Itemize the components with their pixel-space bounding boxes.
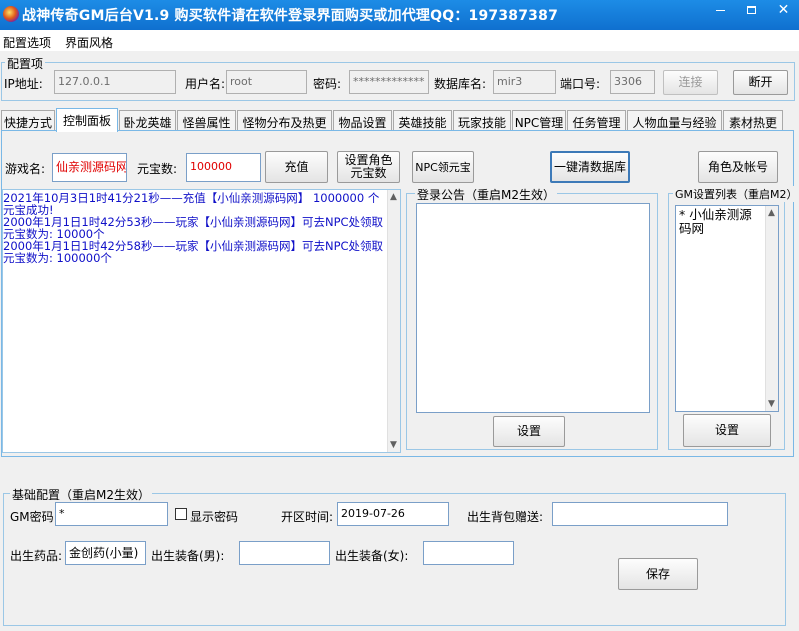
basic-config-title: 基础配置（重启M2生效） (10, 486, 152, 503)
tab-asset-hotupdate[interactable]: 素材热更 (723, 110, 783, 131)
close-icon: ✕ (777, 2, 790, 18)
database-label: 数据库名: (434, 77, 487, 91)
equip-male-field[interactable] (239, 541, 330, 565)
gm-list-group-title: GM设置列表（重启M2） (673, 186, 799, 202)
open-time-label: 开区时间: (281, 510, 334, 524)
username-label: 用户名: (185, 77, 226, 91)
medicine-field[interactable]: 金创药(小量) (65, 541, 146, 565)
open-time-field[interactable]: 2019-07-26 (337, 502, 449, 526)
save-button[interactable]: 保存 (618, 558, 698, 590)
tab-hero-skills[interactable]: 英雄技能 (393, 110, 452, 131)
connect-button[interactable]: 连接 (663, 70, 718, 95)
tab-player-skills[interactable]: 玩家技能 (453, 110, 511, 131)
config-group-title: 配置项 (5, 55, 46, 72)
scroll-down-icon[interactable]: ▼ (768, 399, 775, 409)
gm-list-set-button[interactable]: 设置 (683, 414, 771, 447)
tab-shortcuts[interactable]: 快捷方式 (1, 110, 55, 131)
log-area[interactable]: 2021年10月3日1时41分21秒——充值【小仙亲测源码网】 1000000 … (2, 189, 401, 453)
yuanbao-field[interactable]: 100000 (186, 153, 261, 182)
tab-task-management[interactable]: 任务管理 (567, 110, 626, 131)
tab-monster-attr[interactable]: 怪兽属性 (177, 110, 236, 131)
disconnect-button[interactable]: 断开 (733, 70, 788, 95)
tab-hp-exp[interactable]: 人物血量与经验 (627, 110, 722, 131)
log-line: 2000年1月1日1时42分53秒——玩家【小仙亲测源码网】可去NPC处领取元宝… (3, 215, 384, 241)
log-scrollbar[interactable]: ▲ ▼ (387, 190, 400, 452)
log-line: 2000年1月1日1时42分58秒——玩家【小仙亲测源码网】可去NPC处领取元宝… (3, 239, 384, 265)
maximize-button[interactable] (737, 0, 765, 22)
equip-female-label: 出生装备(女): (335, 549, 409, 563)
log-list: 2021年10月3日1时41分21秒——充值【小仙亲测源码网】 1000000 … (3, 192, 387, 264)
yuanbao-label: 元宝数: (137, 162, 178, 176)
equip-female-field[interactable] (423, 541, 514, 565)
menu-ui-style[interactable]: 界面风格 (65, 34, 113, 51)
port-field[interactable]: 3306 (610, 70, 655, 94)
tab-item-settings[interactable]: 物品设置 (333, 110, 392, 131)
game-name-label: 游戏名: (5, 162, 46, 176)
notice-set-button[interactable]: 设置 (493, 416, 565, 447)
app-icon (3, 6, 19, 22)
role-account-button[interactable]: 角色及帐号 (698, 151, 778, 183)
close-button[interactable]: ✕ (768, 0, 799, 22)
tab-wolong-hero[interactable]: 卧龙英雄 (119, 110, 176, 131)
username-field[interactable]: root (226, 70, 307, 94)
window-title: 战神传奇GM后台V1.9 购买软件请在软件登录界面购买或加代理QQ：197387… (22, 8, 559, 24)
bag-gift-label: 出生背包赠送: (467, 510, 544, 524)
npc-yuanbao-button[interactable]: NPC领元宝 (412, 151, 474, 183)
medicine-label: 出生药品: (10, 549, 63, 563)
menu-bar: 配置选项 界面风格 (0, 30, 799, 51)
gm-password-label: GM密码: (10, 510, 58, 524)
game-name-field[interactable]: 仙亲测源码网 (52, 153, 127, 182)
gm-password-field[interactable]: * (55, 502, 168, 526)
log-line: 2021年10月3日1时41分21秒——充值【小仙亲测源码网】 1000000 … (3, 191, 380, 217)
equip-male-label: 出生装备(男): (151, 549, 225, 563)
port-label: 端口号: (560, 77, 601, 91)
title-bar: 战神传奇GM后台V1.9 购买软件请在软件登录界面购买或加代理QQ：197387… (0, 0, 799, 30)
ip-label: IP地址: (4, 77, 43, 91)
scroll-up-icon[interactable]: ▲ (390, 192, 397, 202)
gm-list-textarea[interactable]: * 小仙亲测源码网 ▲ ▼ (675, 205, 779, 412)
tab-control-panel[interactable]: 控制面板 (56, 108, 118, 132)
gm-list-value: * 小仙亲测源码网 (679, 207, 752, 236)
notice-textarea[interactable] (416, 203, 650, 413)
tab-npc-management[interactable]: NPC管理 (512, 110, 566, 131)
bag-gift-field[interactable] (552, 502, 728, 526)
tab-monster-spawn[interactable]: 怪物分布及热更 (237, 110, 332, 131)
maximize-icon (746, 6, 756, 14)
ip-field[interactable]: 127.0.0.1 (54, 70, 176, 94)
gm-list-scrollbar[interactable]: ▲ ▼ (765, 206, 778, 411)
minimize-button[interactable] (706, 0, 734, 22)
show-password-label: 显示密码 (190, 510, 239, 524)
password-field[interactable]: ************* (349, 70, 429, 94)
scroll-down-icon[interactable]: ▼ (390, 440, 397, 450)
scroll-up-icon[interactable]: ▲ (768, 208, 775, 218)
menu-config-options[interactable]: 配置选项 (3, 34, 51, 51)
set-role-yuanbao-button[interactable]: 设置角色元宝数 (337, 151, 400, 183)
minimize-icon (715, 9, 725, 11)
password-label: 密码: (313, 77, 342, 91)
notice-group-title: 登录公告（重启M2生效） (415, 186, 557, 203)
database-field[interactable]: mir3 (493, 70, 556, 94)
recharge-button[interactable]: 充值 (265, 151, 328, 183)
clear-database-button[interactable]: 一键清数据库 (550, 151, 630, 183)
show-password-checkbox[interactable] (175, 508, 187, 520)
